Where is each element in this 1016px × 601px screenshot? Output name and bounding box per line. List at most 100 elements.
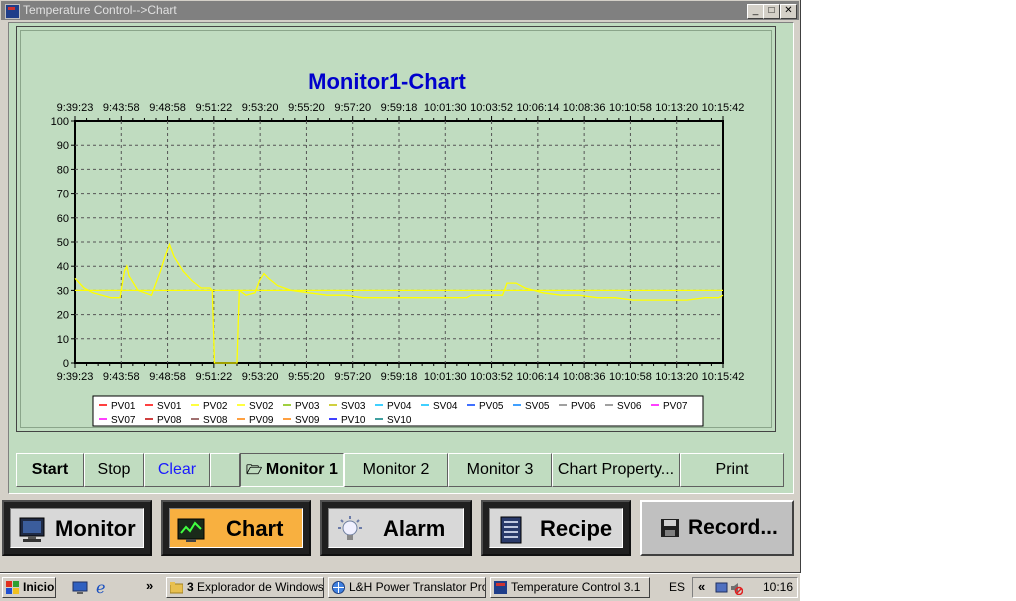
quick-launch-chevron[interactable]: »: [146, 578, 153, 593]
x-tick-label-bottom: 10:03:52: [470, 371, 513, 383]
recipe-nav-button[interactable]: Recipe: [481, 500, 631, 556]
x-tick-label-bottom: 9:55:20: [288, 371, 325, 383]
x-tick-label-bottom: 9:48:58: [149, 371, 186, 383]
x-tick-label-bottom: 10:15:42: [702, 371, 745, 383]
legend-entry: PV04: [387, 401, 412, 412]
x-tick-label-bottom: 9:53:20: [242, 371, 279, 383]
x-tick-label-top: 10:10:58: [609, 102, 652, 114]
legend-entry: SV01: [157, 401, 182, 412]
legend-entry: PV10: [341, 415, 366, 426]
recipe-nav-label: Recipe: [540, 516, 613, 541]
x-tick-label-bottom: 9:57:20: [334, 371, 371, 383]
maximize-button[interactable]: □: [763, 4, 780, 19]
close-button[interactable]: ✕: [780, 4, 797, 19]
legend-entry: SV09: [295, 415, 320, 426]
alarm-nav-button[interactable]: Alarm: [320, 500, 472, 556]
recipe-book-icon: [500, 516, 522, 544]
stop-button[interactable]: Stop: [84, 453, 144, 487]
chart-nav-button[interactable]: Chart: [161, 500, 311, 556]
light-bulb-icon: [338, 516, 362, 540]
language-indicator[interactable]: ES: [669, 580, 685, 594]
taskbar: Inicio ℯ » 3 Explorador de Windows ▾ L&H…: [0, 573, 800, 601]
minimize-button[interactable]: _: [747, 4, 764, 19]
tab-monitor-1[interactable]: 🗁 Monitor 1: [240, 453, 344, 487]
network-volume-tray-icons[interactable]: [715, 581, 743, 595]
tempcontrol-label: Temperature Control 3.1: [511, 580, 641, 594]
globe-icon: [332, 581, 345, 594]
tray-chevron[interactable]: «: [698, 579, 705, 594]
taskbar-tempcontrol-button[interactable]: Temperature Control 3.1: [490, 577, 650, 598]
record-nav-label: Record...: [688, 516, 778, 539]
taskbar-explorer-button[interactable]: 3 Explorador de Windows ▾: [166, 577, 324, 598]
clock[interactable]: 10:16: [763, 580, 793, 594]
x-tick-label-bottom: 9:43:58: [103, 371, 140, 383]
x-tick-label-bottom: 10:01:30: [424, 371, 467, 383]
legend-entry: SV08: [203, 415, 228, 426]
x-tick-label-top: 9:51:22: [196, 102, 233, 114]
tab-monitor-3[interactable]: Monitor 3: [448, 453, 552, 487]
alarm-nav-label: Alarm: [383, 516, 446, 541]
print-button[interactable]: Print: [680, 453, 784, 487]
spacer-button: [210, 453, 240, 487]
start-button[interactable]: Start: [16, 453, 84, 487]
taskbar-translator-button[interactable]: L&H Power Translator Pro...: [328, 577, 486, 598]
y-tick-label: 40: [57, 261, 69, 273]
x-tick-label-top: 10:15:42: [702, 102, 745, 114]
x-tick-label-top: 9:43:58: [103, 102, 140, 114]
chart-title: Monitor1-Chart: [308, 69, 466, 94]
legend-entry: PV05: [479, 401, 504, 412]
x-tick-label-top: 9:48:58: [149, 102, 186, 114]
monitor-icon: [19, 517, 45, 542]
legend-entry: SV10: [387, 415, 412, 426]
start-menu-button[interactable]: Inicio: [2, 577, 56, 598]
x-tick-label-top: 9:57:20: [334, 102, 371, 114]
title-bar[interactable]: Temperature Control-->Chart _ □ ✕: [1, 1, 799, 20]
legend-entry: SV04: [433, 401, 458, 412]
chart-property-button[interactable]: Chart Property...: [552, 453, 680, 487]
x-tick-label-top: 9:53:20: [242, 102, 279, 114]
x-tick-label-bottom: 10:13:20: [655, 371, 698, 383]
legend-entry: SV02: [249, 401, 274, 412]
windows-logo-icon: [6, 581, 19, 594]
chart-icon: [177, 518, 205, 542]
legend-entry: PV09: [249, 415, 274, 426]
legend-entry: SV07: [111, 415, 136, 426]
system-tray: « 10:16: [692, 577, 798, 598]
explorer-window-count: 3: [187, 580, 194, 594]
tab-monitor-1-label: Monitor 1: [265, 461, 338, 478]
legend-entry: PV08: [157, 415, 182, 426]
monitor-nav-button[interactable]: Monitor: [2, 500, 152, 556]
app-window: Temperature Control-->Chart _ □ ✕ Monito…: [0, 0, 801, 573]
tab-monitor-2[interactable]: Monitor 2: [344, 453, 448, 487]
show-desktop-icon[interactable]: [72, 581, 88, 595]
legend-entry: SV03: [341, 401, 366, 412]
x-tick-label-bottom: 9:59:18: [381, 371, 418, 383]
legend-entry: PV02: [203, 401, 228, 412]
folder-icon: [170, 582, 183, 594]
y-tick-label: 60: [57, 213, 69, 225]
clear-button[interactable]: Clear: [144, 453, 210, 487]
x-tick-label-top: 10:13:20: [655, 102, 698, 114]
window-title: Temperature Control-->Chart: [23, 3, 177, 17]
x-tick-label-top: 9:55:20: [288, 102, 325, 114]
y-tick-label: 10: [57, 334, 69, 346]
legend-entry: PV01: [111, 401, 136, 412]
legend-entry: PV03: [295, 401, 320, 412]
y-tick-label: 70: [57, 189, 69, 201]
floppy-disk-icon: [661, 519, 679, 537]
x-tick-label-bottom: 9:39:23: [57, 371, 94, 383]
x-tick-label-top: 10:01:30: [424, 102, 467, 114]
y-tick-label: 90: [57, 140, 69, 152]
record-nav-button[interactable]: Record...: [640, 500, 794, 556]
y-tick-label: 50: [57, 237, 69, 249]
x-tick-label-top: 10:03:52: [470, 102, 513, 114]
internet-explorer-icon[interactable]: ℯ: [96, 578, 105, 598]
legend-entry: PV06: [571, 401, 596, 412]
y-tick-label: 100: [51, 116, 69, 128]
chart-area: Monitor1-Chart10090807060504030201009:39…: [51, 69, 745, 427]
monitor-nav-label: Monitor: [55, 516, 136, 541]
translator-label: L&H Power Translator Pro...: [349, 580, 486, 594]
x-tick-label-top: 10:06:14: [516, 102, 559, 114]
y-tick-label: 30: [57, 285, 69, 297]
y-tick-label: 80: [57, 164, 69, 176]
